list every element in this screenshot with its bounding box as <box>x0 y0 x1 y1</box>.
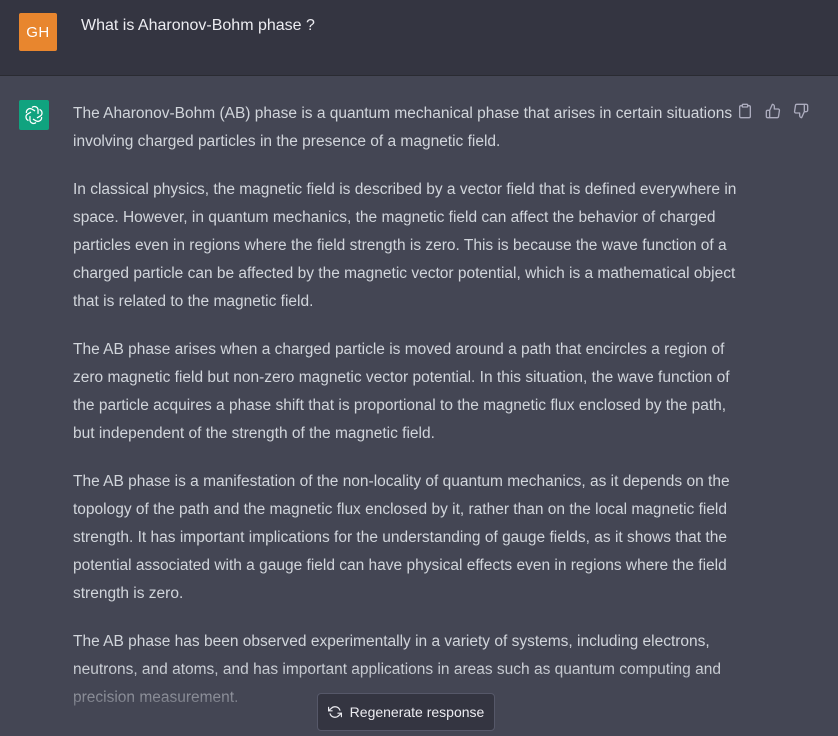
thumbs-down-button[interactable] <box>792 102 810 120</box>
answer-paragraph: In classical physics, the magnetic field… <box>73 181 737 310</box>
refresh-icon <box>327 706 342 718</box>
assistant-answer: The Aharonov-Bohm (AB) phase is a quantu… <box>73 100 738 732</box>
user-avatar-initials: GH <box>26 23 50 41</box>
user-message-row: GH What is Aharonov-Bohm phase ? <box>0 0 838 76</box>
regenerate-icon-wrap <box>327 705 342 719</box>
openai-logo-icon <box>25 105 43 125</box>
thumbs-up-icon <box>765 103 781 119</box>
user-question: What is Aharonov-Bohm phase ? <box>81 17 315 34</box>
assistant-message-row: The Aharonov-Bohm (AB) phase is a quantu… <box>0 76 838 736</box>
assistant-avatar <box>19 100 49 130</box>
thumbs-down-icon <box>793 103 809 119</box>
copy-button[interactable] <box>736 102 754 120</box>
regenerate-response-button[interactable]: Regenerate response <box>317 693 495 731</box>
thumbs-up-button[interactable] <box>764 102 782 120</box>
message-actions <box>736 102 810 120</box>
clipboard-icon <box>739 103 751 119</box>
regenerate-label: Regenerate response <box>349 704 485 720</box>
answer-paragraph: The AB phase is a manifestation of the n… <box>73 473 730 602</box>
answer-paragraph: The Aharonov-Bohm (AB) phase is a quantu… <box>73 105 733 150</box>
user-avatar: GH <box>19 13 57 51</box>
answer-paragraph: The AB phase arises when a charged parti… <box>73 341 730 442</box>
